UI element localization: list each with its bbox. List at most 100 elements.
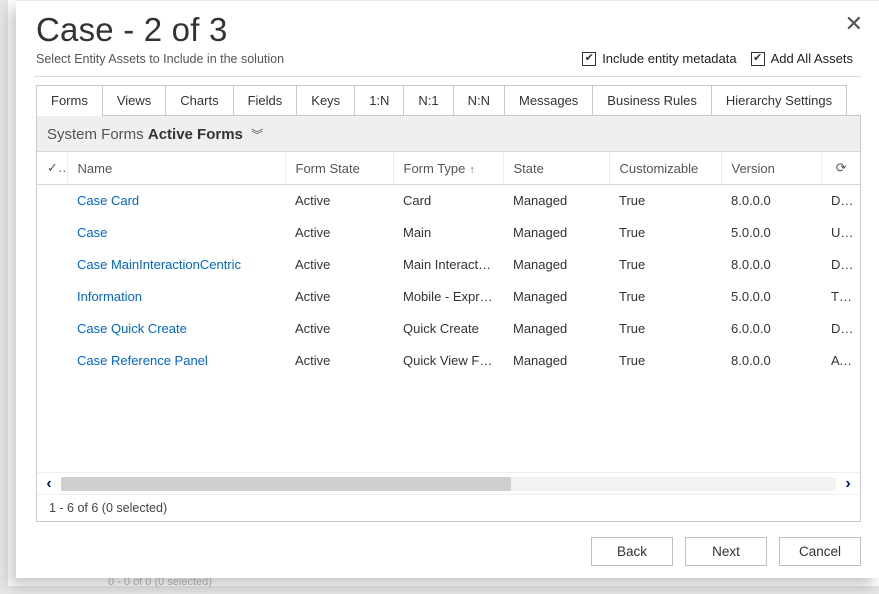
row-state: Managed [503,345,609,377]
tab-views[interactable]: Views [102,85,166,115]
row-form-type: Mobile - Express [393,281,503,313]
row-version: 6.0.0.0 [721,313,821,345]
include-metadata-checkbox[interactable]: Include entity metadata [582,51,736,66]
row-form-type: Quick Create [393,313,503,345]
row-checkbox[interactable] [37,217,67,249]
column-header-state[interactable]: State [503,152,609,185]
row-checkbox[interactable] [37,185,67,217]
row-state: Managed [503,313,609,345]
scroll-thumb[interactable] [61,477,511,491]
row-state: Managed [503,281,609,313]
dialog-footer: Back Next Cancel [16,522,879,578]
tab-1-n[interactable]: 1:N [354,85,404,115]
tab-hierarchy-settings[interactable]: Hierarchy Settings [711,85,847,115]
row-checkbox[interactable] [37,281,67,313]
row-form-state: Active [285,281,393,313]
tab-fields[interactable]: Fields [233,85,298,115]
tab-charts[interactable]: Charts [165,85,233,115]
row-extra: This [821,281,860,313]
row-name-link[interactable]: Case Card [67,185,285,217]
add-all-assets-checkbox[interactable]: Add All Assets [751,51,853,66]
tab-messages[interactable]: Messages [504,85,593,115]
tab-forms[interactable]: Forms [36,85,103,115]
column-header-name[interactable]: Name [67,152,285,185]
tab-n-n[interactable]: N:N [453,85,505,115]
chevron-down-icon: ︾ [251,128,263,142]
tab-n-1[interactable]: N:1 [403,85,453,115]
table-row[interactable]: InformationActiveMobile - ExpressManaged… [37,281,860,313]
header-divider [34,76,861,77]
scroll-track[interactable] [61,477,836,491]
tab-business-rules[interactable]: Business Rules [592,85,712,115]
row-customizable: True [609,249,721,281]
row-customizable: True [609,313,721,345]
column-header-version[interactable]: Version [721,152,821,185]
row-checkbox[interactable] [37,249,67,281]
row-customizable: True [609,185,721,217]
refresh-icon[interactable]: ⟳ [821,152,860,185]
column-header-form-state[interactable]: Form State [285,152,393,185]
row-form-state: Active [285,217,393,249]
page-title: Case - 2 of 3 [36,11,859,49]
sort-ascending-icon: ↑ [469,164,475,176]
column-header-form-type[interactable]: Form Type↑ [393,152,503,185]
view-selector[interactable]: System Forms Active Forms ︾ [37,116,860,151]
table-row[interactable]: Case MainInteractionCentricActiveMain In… [37,249,860,281]
row-form-state: Active [285,313,393,345]
row-form-state: Active [285,345,393,377]
row-state: Managed [503,185,609,217]
view-group-label: System Forms [47,126,144,143]
row-version: 5.0.0.0 [721,281,821,313]
grid-region: System Forms Active Forms ︾ [36,116,861,522]
add-all-assets-label: Add All Assets [771,51,853,66]
entity-asset-tabs: FormsViewsChartsFieldsKeys1:NN:1N:NMessa… [36,85,861,116]
row-extra: A fo [821,345,860,377]
next-button[interactable]: Next [685,537,767,566]
checkbox-icon [751,52,765,66]
row-extra: Upd [821,217,860,249]
row-state: Managed [503,217,609,249]
row-name-link[interactable]: Case Reference Panel [67,345,285,377]
back-button[interactable]: Back [591,537,673,566]
row-version: 8.0.0.0 [721,185,821,217]
row-extra: Def [821,249,860,281]
row-customizable: True [609,281,721,313]
row-extra: Def [821,313,860,345]
view-name-label: Active Forms [148,126,243,143]
row-checkbox[interactable] [37,313,67,345]
select-all-checkbox[interactable]: ✓ [37,152,67,185]
row-extra: Def [821,185,860,217]
row-checkbox[interactable] [37,345,67,377]
cancel-button[interactable]: Cancel [779,537,861,566]
row-name-link[interactable]: Case Quick Create [67,313,285,345]
table-row[interactable]: CaseActiveMainManagedTrue5.0.0.0Upd [37,217,860,249]
table-row[interactable]: Case Reference PanelActiveQuick View For… [37,345,860,377]
forms-grid: ✓NameForm StateForm Type↑StateCustomizab… [37,151,860,472]
close-icon[interactable]: ✕ [839,7,869,41]
tab-keys[interactable]: Keys [296,85,355,115]
grid-status: 1 - 6 of 6 (0 selected) [37,494,860,521]
checkbox-icon [582,52,596,66]
row-form-type: Main Interaction… [393,249,503,281]
row-customizable: True [609,217,721,249]
row-version: 8.0.0.0 [721,249,821,281]
include-metadata-label: Include entity metadata [602,51,736,66]
grid-body: Case CardActiveCardManagedTrue8.0.0.0Def… [37,185,860,377]
row-version: 5.0.0.0 [721,217,821,249]
row-version: 8.0.0.0 [721,345,821,377]
column-header-customizable[interactable]: Customizable [609,152,721,185]
page-subtitle: Select Entity Assets to Include in the s… [36,52,284,66]
row-name-link[interactable]: Case MainInteractionCentric [67,249,285,281]
scroll-right-icon[interactable]: › [836,475,860,493]
scroll-left-icon[interactable]: ‹ [37,475,61,493]
dialog-header: Case - 2 of 3 Select Entity Assets to In… [16,1,879,70]
row-name-link[interactable]: Case [67,217,285,249]
row-customizable: True [609,345,721,377]
row-form-type: Main [393,217,503,249]
row-form-type: Quick View Form [393,345,503,377]
row-name-link[interactable]: Information [67,281,285,313]
table-row[interactable]: Case CardActiveCardManagedTrue8.0.0.0Def [37,185,860,217]
row-form-state: Active [285,249,393,281]
horizontal-scrollbar[interactable]: ‹ › [37,472,860,494]
table-row[interactable]: Case Quick CreateActiveQuick CreateManag… [37,313,860,345]
